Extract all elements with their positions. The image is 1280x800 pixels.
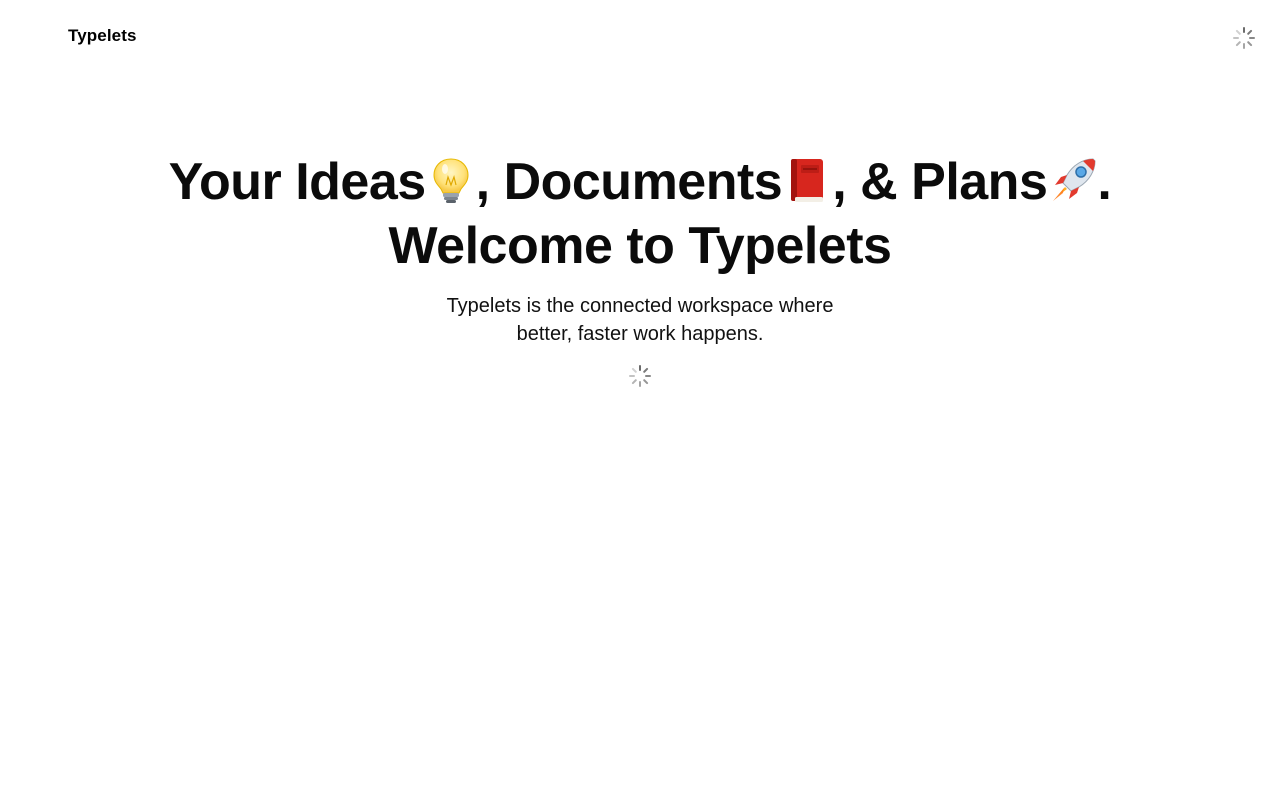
- rocket-icon: [1049, 155, 1096, 205]
- headline-documents-text: , Documents: [475, 153, 783, 211]
- hero-description-line-1: Typelets is the connected workspace wher…: [446, 295, 834, 317]
- top-navbar: Typelets: [0, 0, 1280, 76]
- light-bulb-icon: [428, 155, 474, 205]
- welcome-title: Welcome to Typelets: [388, 217, 892, 275]
- brand-logo-link[interactable]: Typelets: [68, 26, 137, 46]
- loading-spinner-icon: [1232, 26, 1256, 50]
- page: Typelets Your Ideas , Documents , & Plan…: [0, 0, 1280, 800]
- headline-period: .: [1097, 153, 1112, 211]
- hero-description-line-2: better, faster work happens.: [516, 323, 764, 345]
- red-book-icon: [784, 155, 830, 205]
- loading-spinner-icon: [628, 364, 652, 388]
- headline-plans-text: , & Plans: [832, 153, 1048, 211]
- hero-section: Your Ideas , Documents , & Plans . Welco…: [0, 150, 1280, 388]
- hero-headline: Your Ideas , Documents , & Plans . Welco…: [0, 150, 1280, 278]
- headline-ideas-text: Your Ideas: [168, 153, 427, 211]
- hero-description: Typelets is the connected workspace wher…: [420, 292, 860, 348]
